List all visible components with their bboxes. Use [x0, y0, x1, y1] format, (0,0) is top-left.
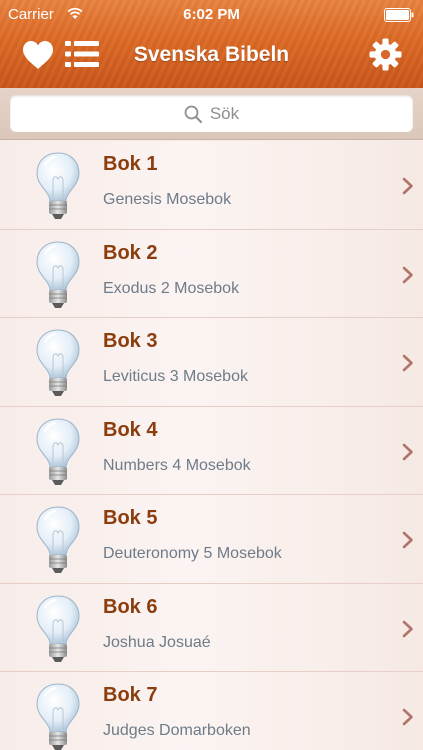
search-input[interactable]: Sök [10, 95, 413, 132]
chevron-right-icon [402, 354, 413, 372]
status-time: 6:02 PM [183, 6, 240, 23]
book-title: Bok 6 [103, 595, 158, 618]
chevron-right-icon [402, 177, 413, 195]
list-item[interactable]: Bok 6 Joshua Josuaé [0, 583, 423, 672]
book-subtitle: Joshua Josuaé [103, 633, 211, 651]
list-item[interactable]: Bok 1 Genesis Mosebok [0, 141, 423, 230]
chevron-right-icon [402, 443, 413, 460]
chevron-right-icon [402, 708, 413, 726]
book-subtitle: Judges Domarboken [103, 722, 251, 739]
lightbulb-icon [36, 506, 80, 573]
lightbulb-icon [36, 329, 80, 396]
book-subtitle: Leviticus 3 Mosebok [103, 368, 248, 385]
search-inner: Sök [10, 95, 413, 132]
list-item[interactable]: Bok 7 Judges Domarboken [0, 672, 423, 750]
book-subtitle: Numbers 4 Mosebok [103, 456, 251, 474]
chevron-right-icon [402, 266, 413, 283]
book-title: Bok 5 [103, 507, 158, 529]
book-list: Bok 1 Genesis Mosebok Bok 2 Exodus 2 Mos… [0, 141, 423, 750]
book-subtitle: Exodus 2 Mosebok [103, 279, 240, 297]
status-bar: Carrier 6:02 PM [0, 0, 423, 28]
search-bar: Sök [0, 88, 423, 140]
search-placeholder: Sök [209, 103, 240, 123]
lightbulb-icon [36, 683, 80, 750]
book-title: Bok 4 [103, 418, 158, 441]
list-item[interactable]: Bok 5 Deuteronomy 5 Mosebok [0, 495, 423, 584]
book-title: Bok 7 [103, 684, 158, 706]
gear-icon[interactable] [369, 38, 402, 71]
lightbulb-icon [36, 417, 80, 485]
chevron-right-icon [402, 620, 413, 637]
book-title: Bok 1 [103, 153, 158, 175]
book-subtitle: Deuteronomy 5 Mosebok [103, 545, 282, 562]
battery-icon [384, 8, 414, 22]
list-item[interactable]: Bok 3 Leviticus 3 Mosebok [0, 318, 423, 407]
navigation-bar: Carrier 6:02 PM Svenska Bibeln [0, 0, 423, 88]
page-title: Svenska Bibeln [133, 43, 290, 66]
lightbulb-icon [36, 240, 80, 308]
search-icon [184, 105, 202, 123]
list-item[interactable]: Bok 4 Numbers 4 Mosebok [0, 406, 423, 495]
book-subtitle: Genesis Mosebok [103, 191, 232, 208]
chevron-right-icon [402, 531, 413, 549]
list-item[interactable]: Bok 2 Exodus 2 Mosebok [0, 229, 423, 318]
book-title: Bok 3 [103, 330, 158, 352]
lightbulb-icon [36, 594, 80, 662]
book-title: Bok 2 [103, 241, 158, 264]
lightbulb-icon [36, 152, 80, 219]
